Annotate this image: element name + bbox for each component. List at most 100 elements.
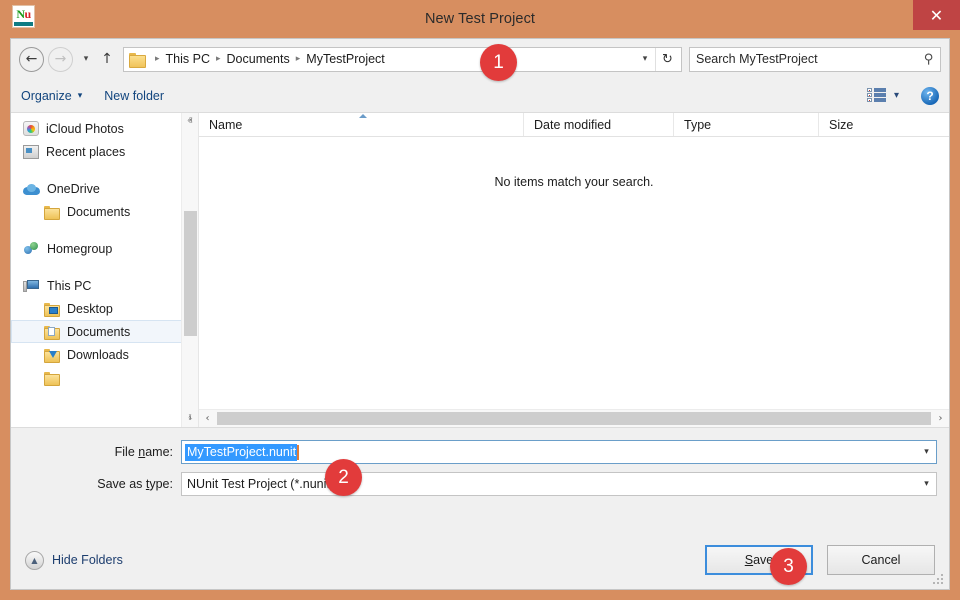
up-one-level-icon[interactable]: ↑	[95, 47, 119, 71]
text-caret	[297, 444, 300, 460]
sidebar-item-label: Documents	[67, 324, 131, 339]
save-as-type-select[interactable]: NUnit Test Project (*.nunit) ▾	[181, 472, 937, 496]
navigation-pane: iCloud Photos Recent places OneDrive Doc…	[11, 113, 199, 427]
sidebar-item-this-pc[interactable]: This PC	[11, 274, 198, 297]
column-label: Date modified	[534, 117, 612, 132]
folder-icon	[43, 370, 60, 386]
new-folder-button[interactable]: New folder	[104, 89, 164, 103]
recent-locations-chevron-down-icon[interactable]: ▾	[77, 47, 95, 71]
sidebar-scrollbar-thumb[interactable]	[184, 211, 197, 336]
search-input[interactable]: Search MyTestProject	[696, 52, 924, 66]
onedrive-icon	[23, 183, 40, 195]
sidebar-item-icloud-photos[interactable]: iCloud Photos	[11, 117, 198, 140]
window-title: New Test Project	[424, 11, 536, 27]
address-chevron-down-icon[interactable]: ▾	[635, 48, 655, 71]
sidebar-scrollbar[interactable]: ⱏ ⱛ	[181, 113, 198, 427]
breadcrumb-item-mytestproject[interactable]: MyTestProject	[306, 52, 385, 66]
homegroup-icon	[23, 241, 40, 257]
breadcrumb-separator: ▸	[155, 54, 160, 64]
sidebar-item-onedrive[interactable]: OneDrive	[11, 177, 198, 200]
sidebar-item-label: Documents	[67, 204, 131, 219]
column-header-type[interactable]: Type	[674, 113, 819, 136]
back-icon[interactable]: ←	[19, 46, 44, 72]
sidebar-item-recent-places[interactable]: Recent places	[11, 140, 198, 163]
column-header-size[interactable]: Size	[819, 113, 929, 136]
close-icon[interactable]: ✕	[913, 0, 960, 30]
chevron-down-icon: ▾	[77, 90, 83, 101]
folder-downloads-icon	[43, 347, 60, 363]
folder-documents-icon	[43, 324, 60, 340]
save-form: File name: MyTestProject.nunit ▾ Save as…	[11, 428, 949, 496]
scroll-left-icon[interactable]: ‹	[199, 410, 216, 427]
column-header-date-modified[interactable]: Date modified	[524, 113, 674, 136]
column-label: Type	[684, 117, 712, 132]
folder-desktop-icon	[43, 301, 60, 317]
recent-places-icon	[23, 144, 39, 159]
annotation-badge-2: 2	[325, 459, 362, 496]
file-name-input[interactable]: MyTestProject.nunit ▾	[181, 440, 937, 464]
column-label: Size	[829, 117, 854, 132]
address-bar[interactable]: ▸ This PC ▸ Documents ▸ MyTestProject ▾ …	[123, 46, 682, 72]
save-as-type-label: Save as type:	[23, 477, 181, 491]
icloud-photos-icon	[23, 121, 39, 136]
folder-icon	[43, 204, 60, 220]
breadcrumb-item-this-pc[interactable]: This PC	[166, 52, 210, 66]
sidebar-item-label: Desktop	[67, 301, 113, 316]
horizontal-scrollbar-thumb[interactable]	[217, 412, 931, 425]
main-content: iCloud Photos Recent places OneDrive Doc…	[11, 113, 949, 428]
sidebar-item-homegroup[interactable]: Homegroup	[11, 237, 198, 260]
sidebar-item-partial[interactable]	[11, 366, 198, 389]
save-as-type-label-post: ype:	[149, 477, 173, 491]
resize-grip[interactable]	[933, 574, 945, 586]
change-view-icon[interactable]	[866, 88, 886, 103]
sidebar-item-onedrive-documents[interactable]: Documents	[11, 200, 198, 223]
folder-icon	[129, 52, 146, 68]
new-folder-label: New folder	[104, 88, 165, 103]
sidebar-item-label: This PC	[47, 278, 92, 293]
sidebar-item-label: OneDrive	[47, 181, 100, 196]
column-header-name[interactable]: Name	[199, 113, 524, 136]
sidebar-item-label: Downloads	[67, 347, 129, 362]
organize-label: Organize	[21, 88, 72, 103]
help-icon[interactable]: ?	[921, 86, 939, 105]
column-headers: Name Date modified Type Size	[199, 113, 949, 137]
forward-icon[interactable]: →	[48, 46, 73, 72]
breadcrumb-separator: ▸	[295, 54, 301, 64]
refresh-icon[interactable]: ↻	[655, 47, 679, 71]
breadcrumb-item-documents[interactable]: Documents	[227, 52, 290, 66]
file-dialog: ← → ▾ ↑ ▸ This PC ▸ Documents ▸ MyTestPr…	[10, 38, 950, 590]
view-chevron-down-icon[interactable]: ▾	[894, 90, 899, 101]
sidebar-item-desktop[interactable]: Desktop	[11, 297, 198, 320]
search-box[interactable]: Search MyTestProject ⚲	[689, 46, 941, 72]
hide-folders-label: Hide Folders	[52, 553, 123, 567]
column-label: Name	[209, 117, 243, 132]
save-as-type-row: Save as type: NUnit Test Project (*.nuni…	[11, 472, 949, 496]
sidebar-item-downloads[interactable]: Downloads	[11, 343, 198, 366]
organize-button[interactable]: Organize ▾	[21, 89, 82, 103]
nunit-icon: Nu	[12, 5, 35, 28]
save-as-type-value: NUnit Test Project (*.nunit)	[187, 477, 335, 491]
computer-icon	[23, 278, 40, 294]
scroll-up-icon[interactable]: ⱏ	[182, 113, 198, 130]
file-list-pane: Name Date modified Type Size No items ma…	[199, 113, 949, 427]
cancel-button[interactable]: Cancel	[827, 545, 935, 575]
file-name-value: MyTestProject.nunit	[185, 443, 298, 461]
hide-folders-button[interactable]: ▲ Hide Folders	[25, 550, 123, 570]
sidebar-item-label: Homegroup	[47, 241, 113, 256]
chevron-up-circle-icon: ▲	[25, 550, 44, 570]
breadcrumb: ▸ This PC ▸ Documents ▸ MyTestProject	[149, 52, 635, 66]
file-name-label: File name:	[23, 445, 181, 459]
scroll-right-icon[interactable]: ›	[932, 410, 949, 427]
annotation-badge-1: 1	[480, 44, 517, 81]
command-toolbar: Organize ▾ New folder ▾ ?	[11, 79, 949, 113]
save-as-type-label-pre: Save as	[97, 477, 146, 491]
file-name-chevron-down-icon[interactable]: ▾	[917, 441, 936, 463]
annotation-badge-3: 3	[770, 548, 807, 585]
sidebar-item-documents[interactable]: Documents	[11, 320, 198, 343]
title-bar: Nu New Test Project ✕	[0, 0, 960, 38]
empty-list-message: No items match your search.	[494, 175, 654, 189]
save-as-type-chevron-down-icon[interactable]: ▾	[917, 473, 936, 495]
dialog-footer: ▲ Hide Folders Save Cancel	[11, 531, 949, 589]
scroll-down-icon[interactable]: ⱛ	[182, 410, 198, 427]
file-list-horizontal-scrollbar[interactable]: ‹ ›	[199, 409, 949, 427]
